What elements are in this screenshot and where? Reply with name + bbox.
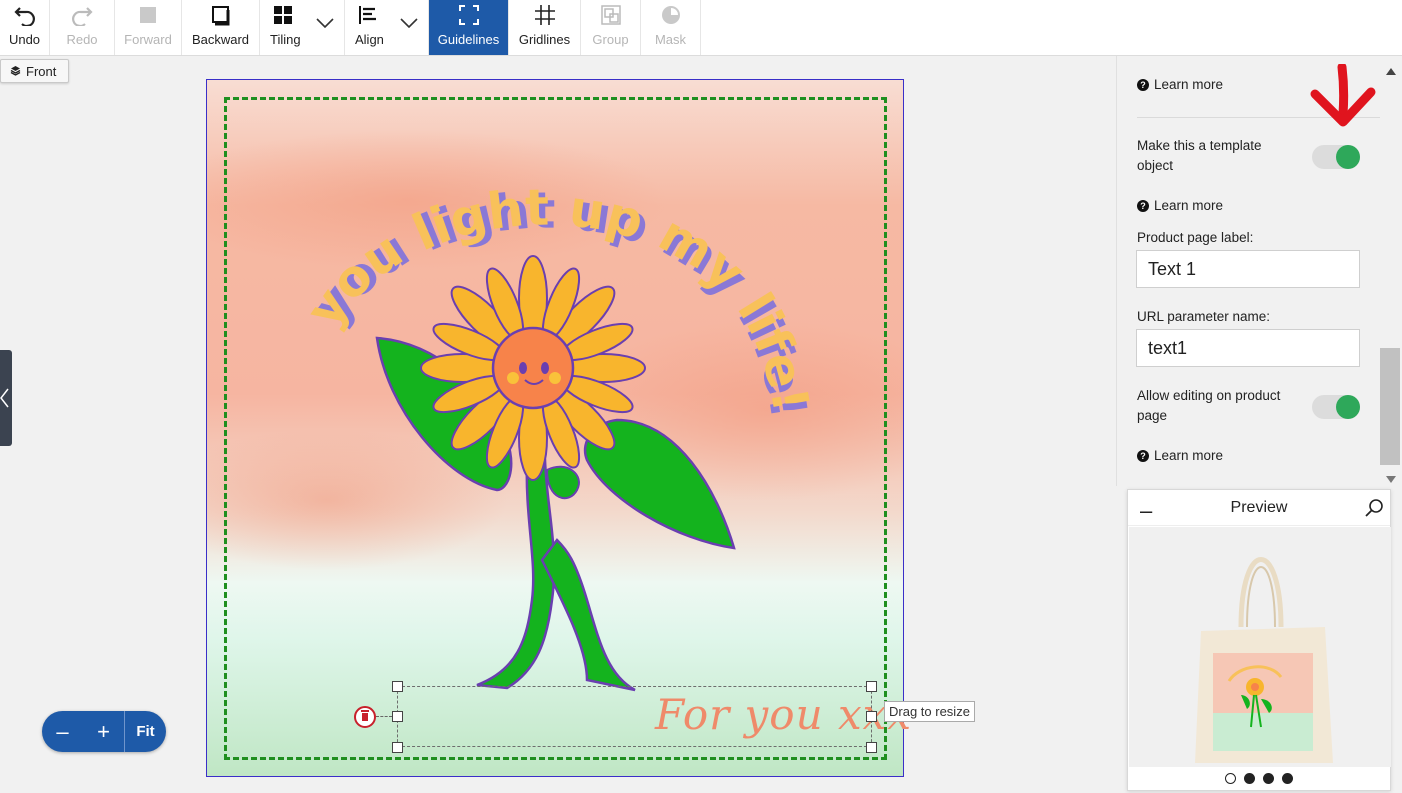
undo-label: Undo [8,32,41,47]
toolbar: Undo Redo Forward Backward Tiling Align [0,0,1402,56]
delete-object-button[interactable] [354,706,376,728]
zoom-fit-button[interactable]: Fit [124,711,166,752]
selection-box[interactable] [397,686,872,747]
preview-title: Preview [1230,498,1288,516]
learn-more-text: Learn more [1154,198,1224,213]
preview-pagination [1128,773,1390,784]
preview-page-dot[interactable] [1263,773,1274,784]
gridlines-icon [534,2,556,28]
tiling-label: Tiling [270,32,301,47]
align-label: Align [355,32,384,47]
template-object-label: Make this a template object [1137,138,1262,173]
guidelines-button[interactable]: Guidelines [429,0,509,55]
template-object-toggle[interactable] [1312,145,1360,169]
send-backward-icon [210,2,232,28]
learn-more-link-2[interactable]: ? Learn more [1137,198,1223,213]
preview-page-dot[interactable] [1282,773,1293,784]
preview-page-dot[interactable] [1225,773,1236,784]
align-icon [355,2,381,28]
chevron-left-icon [0,388,10,413]
layers-icon [10,64,21,79]
tote-bag-preview-image[interactable] [1129,527,1391,767]
zoom-control: – + Fit [42,711,166,752]
redo-label: Redo [66,32,98,47]
tiling-dropdown[interactable]: Tiling [260,0,345,55]
learn-more-text: Learn more [1154,77,1224,92]
toggle-knob [1336,395,1360,419]
forward-button[interactable]: Forward [115,0,182,55]
undo-button[interactable]: Undo [0,0,50,55]
red-arrow-annotation-icon [1309,62,1379,135]
undo-icon [13,2,36,28]
url-parameter-title: URL parameter name: [1137,309,1271,324]
redo-icon [71,2,93,28]
mask-button[interactable]: Mask [641,0,701,55]
panel-collapse-tab[interactable] [0,350,12,446]
learn-more-link-1[interactable]: ? Learn more [1137,77,1223,92]
resize-handle-top-right[interactable] [866,681,877,692]
delete-connector [376,716,392,717]
drag-to-resize-tooltip: Drag to resize [884,701,975,722]
front-tab-label: Front [26,63,57,79]
group-icon [600,2,622,28]
zoom-out-button[interactable]: – [42,711,83,752]
tiling-icon [270,2,296,28]
search-icon[interactable] [1364,498,1384,523]
chevron-down-icon [400,16,418,31]
scroll-down-icon[interactable] [1386,470,1396,488]
design-canvas[interactable]: you light up my life! you light up my li… [206,79,904,777]
resize-handle-left[interactable] [392,711,403,722]
resize-handle-bottom-right[interactable] [866,742,877,753]
trash-icon [360,708,370,726]
gridlines-label: Gridlines [518,32,571,47]
resize-handle-bottom-left[interactable] [392,742,403,753]
product-page-label-input[interactable] [1136,250,1360,288]
scrollbar-thumb[interactable] [1380,348,1400,465]
preview-header: – Preview [1128,490,1390,526]
gridlines-button[interactable]: Gridlines [509,0,581,55]
scroll-up-icon[interactable] [1386,62,1396,80]
preview-panel: – Preview [1127,489,1391,791]
resize-handle-top-left[interactable] [392,681,403,692]
toggle-knob [1336,145,1360,169]
front-side-tab[interactable]: Front [0,59,69,83]
zoom-in-button[interactable]: + [83,711,124,752]
product-page-label-title: Product page label: [1137,230,1254,245]
learn-more-text: Learn more [1154,448,1224,463]
backward-label: Backward [191,32,250,47]
properties-panel: ? Learn more Make this a template object… [1116,56,1402,486]
guidelines-icon [458,2,480,28]
learn-more-link-3[interactable]: ? Learn more [1137,448,1223,463]
help-icon: ? [1137,449,1149,462]
preview-page-dot[interactable] [1244,773,1255,784]
bring-forward-icon [137,2,159,28]
preview-minimize-button[interactable]: – [1140,498,1152,524]
help-icon: ? [1137,199,1149,212]
allow-editing-label: Allow editing on product page [1137,388,1281,423]
group-label: Group [592,32,629,47]
watercolor-artwork: you light up my life! you light up my li… [207,80,903,776]
chevron-down-icon [316,16,334,31]
align-dropdown[interactable]: Align [345,0,429,55]
redo-button[interactable]: Redo [50,0,115,55]
url-parameter-input[interactable] [1136,329,1360,367]
resize-handle-right[interactable] [866,711,877,722]
mask-icon [660,2,682,28]
allow-editing-toggle[interactable] [1312,395,1360,419]
backward-button[interactable]: Backward [182,0,260,55]
guidelines-label: Guidelines [437,32,500,47]
mask-label: Mask [654,32,687,47]
help-icon: ? [1137,78,1149,91]
forward-label: Forward [124,32,172,47]
group-button[interactable]: Group [581,0,641,55]
